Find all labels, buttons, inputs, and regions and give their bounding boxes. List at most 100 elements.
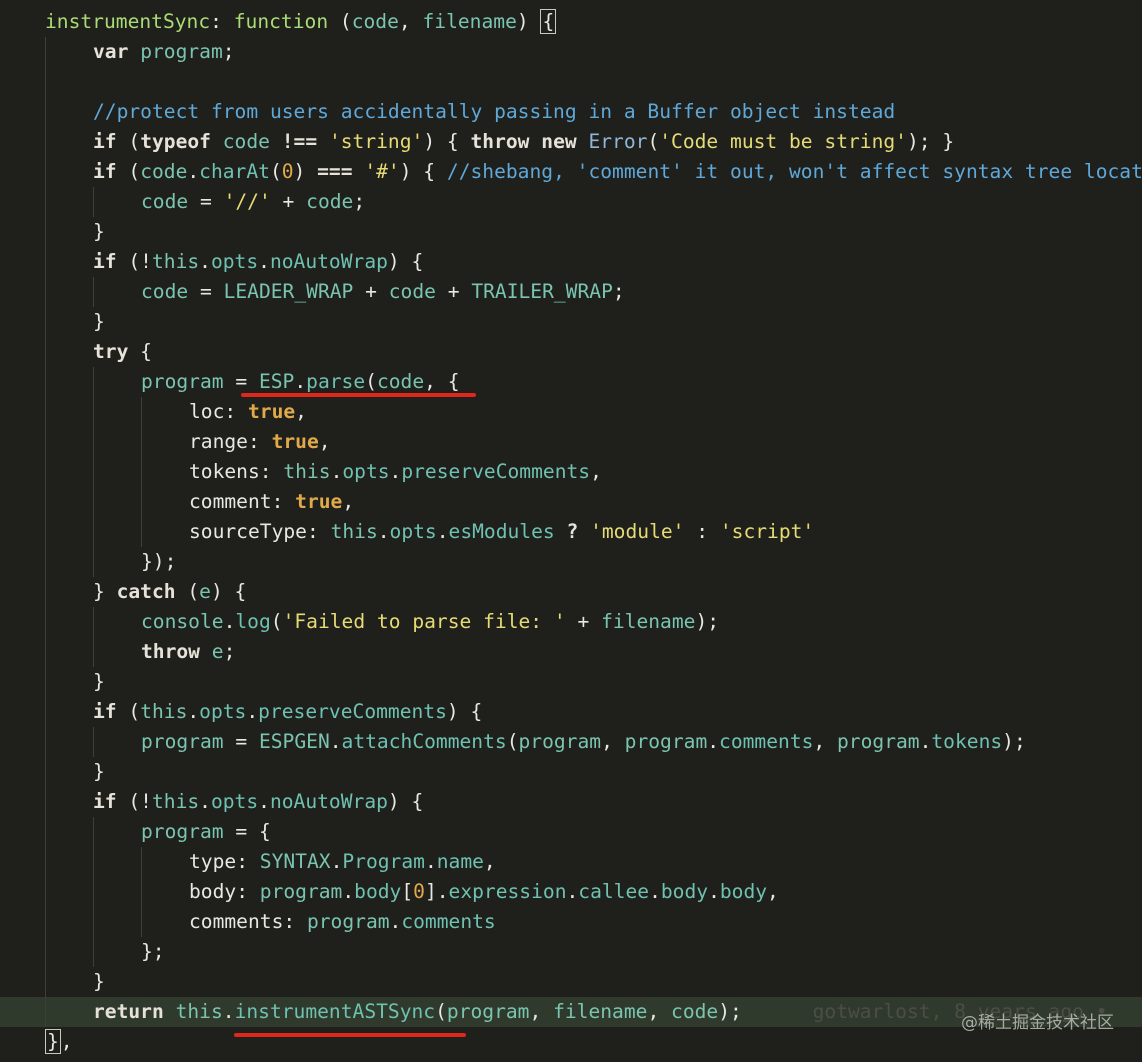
- code-token: };: [141, 940, 165, 963]
- code-line[interactable]: throw e;: [0, 637, 1142, 667]
- code-line[interactable]: tokens: this.opts.preserveComments,: [0, 457, 1142, 487]
- code-line[interactable]: if (!this.opts.noAutoWrap) {: [0, 247, 1142, 277]
- code-token: {: [128, 340, 152, 363]
- code-token: TRAILER_WRAP: [471, 280, 613, 303]
- code-token: ?: [566, 520, 579, 543]
- code-line[interactable]: body: program.body[0].expression.callee.…: [0, 877, 1142, 907]
- code-token: (: [506, 730, 519, 753]
- line-content: }: [93, 667, 105, 697]
- code-token: (: [269, 160, 282, 183]
- code-line[interactable]: if (code.charAt(0) === '#') { //shebang,…: [0, 157, 1142, 187]
- code-lines: instrumentSync: function (code, filename…: [0, 7, 1142, 1057]
- code-line[interactable]: try {: [0, 337, 1142, 367]
- code-token: ); }: [906, 130, 955, 153]
- code-token: if: [93, 790, 117, 813]
- code-line[interactable]: }: [0, 667, 1142, 697]
- indent-guide: [45, 997, 46, 1027]
- line-content: },: [45, 1027, 73, 1057]
- indent-guide: [45, 877, 46, 907]
- code-token: 'script': [719, 520, 815, 543]
- code-token: SYNTAX: [259, 850, 331, 873]
- code-token: .: [222, 1000, 235, 1023]
- code-line[interactable]: code = LEADER_WRAP + code + TRAILER_WRAP…: [0, 277, 1142, 307]
- code-line[interactable]: }: [0, 757, 1142, 787]
- code-token: (: [365, 370, 377, 393]
- line-content: var program;: [93, 37, 235, 67]
- code-token: );: [718, 1000, 742, 1023]
- code-token: code: [376, 370, 425, 393]
- line-content: instrumentSync: function (code, filename…: [45, 7, 557, 37]
- indent-guide: [45, 97, 46, 127]
- code-line[interactable]: instrumentSync: function (code, filename…: [0, 7, 1142, 37]
- indent-guide: [45, 817, 46, 847]
- code-line[interactable]: loc: true,: [0, 397, 1142, 427]
- code-editor[interactable]: instrumentSync: function (code, filename…: [0, 0, 1142, 1062]
- code-line[interactable]: comments: program.comments: [0, 907, 1142, 937]
- code-token: ].: [424, 880, 449, 903]
- indent-guide: [45, 307, 46, 337]
- line-content: console.log('Failed to parse file: ' + f…: [141, 607, 719, 637]
- code-token: +: [270, 190, 307, 213]
- code-token: if: [93, 160, 117, 183]
- code-line[interactable]: program = {: [0, 817, 1142, 847]
- code-line[interactable]: program = ESP.parse(code, {: [0, 367, 1142, 397]
- code-token: }: [93, 760, 105, 783]
- indent-guide: [45, 127, 46, 157]
- code-token: !==: [281, 130, 318, 153]
- code-line[interactable]: program = ESPGEN.attachComments(program,…: [0, 727, 1142, 757]
- indent-guide: [45, 487, 46, 517]
- code-line[interactable]: console.log('Failed to parse file: ' + f…: [0, 607, 1142, 637]
- indent-guide: [45, 907, 46, 937]
- code-token: ,: [529, 1000, 554, 1023]
- code-line[interactable]: }: [0, 307, 1142, 337]
- code-line[interactable]: //protect from users accidentally passin…: [0, 97, 1142, 127]
- code-token: filename: [553, 1000, 648, 1023]
- code-token: +: [435, 280, 472, 303]
- indent-guide: [45, 937, 46, 967]
- indent-guide: [93, 457, 94, 487]
- code-line[interactable]: }: [0, 967, 1142, 997]
- code-token: ===: [317, 160, 353, 183]
- code-line[interactable]: [0, 67, 1142, 97]
- code-line[interactable]: comment: true,: [0, 487, 1142, 517]
- code-line[interactable]: if (!this.opts.noAutoWrap) {: [0, 787, 1142, 817]
- code-token: });: [141, 550, 177, 573]
- code-token: code: [140, 160, 188, 183]
- code-line[interactable]: };: [0, 937, 1142, 967]
- line-content: //protect from users accidentally passin…: [93, 97, 895, 127]
- line-content: tokens: this.opts.preserveComments,: [189, 457, 602, 487]
- indent-guide: [45, 667, 46, 697]
- line-content: code = '//' + code;: [141, 187, 365, 217]
- code-line[interactable]: var program;: [0, 37, 1142, 67]
- code-token: .: [199, 790, 211, 813]
- code-token: filename: [601, 610, 696, 633]
- code-token: =: [188, 190, 224, 213]
- code-token: .: [330, 460, 343, 483]
- indent-guide: [45, 337, 46, 367]
- line-content: if (!this.opts.noAutoWrap) {: [93, 787, 423, 817]
- code-token: ) {: [387, 790, 424, 813]
- code-line[interactable]: range: true,: [0, 427, 1142, 457]
- code-token: 'Failed to parse file: ': [282, 610, 566, 633]
- code-line[interactable]: if (typeof code !== 'string') { throw ne…: [0, 127, 1142, 157]
- code-line[interactable]: code = '//' + code;: [0, 187, 1142, 217]
- code-token: ,: [767, 880, 779, 903]
- code-token: body: [719, 880, 768, 903]
- code-line[interactable]: }: [0, 217, 1142, 247]
- code-token: +: [353, 280, 389, 303]
- code-line[interactable]: if (this.opts.preserveComments) {: [0, 697, 1142, 727]
- code-token: 'Code must be string': [659, 130, 907, 153]
- code-token: this: [175, 1000, 223, 1023]
- code-token: range: [189, 430, 248, 453]
- code-line[interactable]: } catch (e) {: [0, 577, 1142, 607]
- code-line[interactable]: sourceType: this.opts.esModules ? 'modul…: [0, 517, 1142, 547]
- code-line[interactable]: type: SYNTAX.Program.name,: [0, 847, 1142, 877]
- code-line[interactable]: });: [0, 547, 1142, 577]
- code-token: e: [211, 640, 224, 663]
- indent-guide: [45, 157, 46, 187]
- indent-guide: [45, 517, 46, 547]
- indent-guide: [45, 367, 46, 397]
